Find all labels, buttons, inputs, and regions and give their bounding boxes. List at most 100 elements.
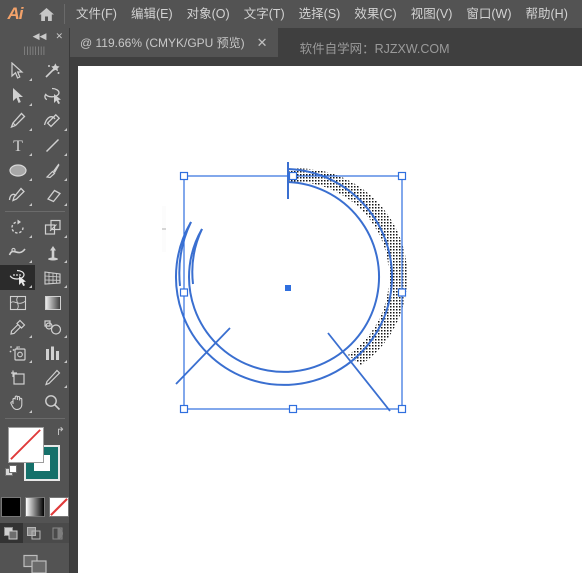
menu-file[interactable]: 文件(F) — [69, 0, 124, 28]
color-mode-none[interactable] — [48, 497, 69, 517]
mesh-tool[interactable] — [0, 290, 35, 315]
blend-tool[interactable] — [35, 315, 70, 340]
color-mode-black[interactable] — [0, 497, 21, 517]
menu-edit[interactable]: 编辑(E) — [124, 0, 180, 28]
handle-top-center[interactable] — [288, 171, 298, 181]
tool-expand-corner — [64, 285, 67, 288]
svg-text:T: T — [13, 138, 23, 154]
close-icon[interactable]: ✕ — [257, 36, 268, 49]
tool-expand-corner — [29, 360, 32, 363]
handle-bottom-left[interactable] — [179, 404, 189, 414]
home-icon[interactable] — [30, 0, 62, 28]
rotate-tool[interactable] — [0, 215, 35, 240]
canvas-area[interactable] — [70, 57, 582, 573]
fill-swatch[interactable] — [8, 427, 44, 463]
tool-expand-corner — [29, 410, 32, 413]
panel-grip-handle[interactable]: |||||||| — [0, 44, 69, 56]
tool-expand-corner — [64, 153, 67, 156]
draw-behind-mode[interactable] — [23, 523, 46, 543]
pen-tool[interactable] — [0, 108, 35, 133]
symbol-sprayer-tool[interactable] — [0, 340, 35, 365]
curvature-tool[interactable] — [35, 108, 70, 133]
handle-middle-right[interactable] — [397, 288, 407, 297]
default-fill-stroke-icon[interactable] — [5, 465, 18, 478]
handle-top-left[interactable] — [179, 171, 189, 181]
zoom-tool[interactable] — [35, 390, 70, 415]
menu-help[interactable]: 帮助(H) — [519, 0, 575, 28]
tool-expand-corner — [64, 178, 67, 181]
swap-fill-stroke-icon[interactable]: ↱ — [56, 425, 65, 438]
illustrator-window: Ai 文件(F) 编辑(E) 对象(O) 文字(T) 选择(S) 效果(C) 视… — [0, 0, 582, 573]
tool-expand-corner — [64, 385, 67, 388]
watermark-text: 软件自学网：RJZXW.COM — [299, 42, 450, 56]
handle-bottom-right[interactable] — [397, 404, 407, 414]
menu-select[interactable]: 选择(S) — [292, 0, 348, 28]
draw-inside-mode[interactable] — [46, 523, 69, 543]
tool-expand-corner — [29, 78, 32, 81]
tools-panel: ◀◀ ✕ |||||||| T ↱ — [0, 28, 70, 573]
tool-expand-corner — [64, 335, 67, 338]
gradient-tool[interactable] — [35, 290, 70, 315]
shape-builder-tool[interactable] — [0, 265, 35, 290]
tool-expand-corner — [64, 203, 67, 206]
paintbrush-tool[interactable] — [35, 158, 70, 183]
app-logo: Ai — [7, 4, 24, 23]
lasso-tool[interactable] — [35, 83, 70, 108]
menu-divider — [64, 4, 65, 24]
center-anchor-point[interactable] — [285, 285, 291, 291]
panel-close-icon[interactable]: ✕ — [55, 31, 63, 41]
menu-effect[interactable]: 效果(C) — [347, 0, 403, 28]
tool-expand-corner — [64, 260, 67, 263]
tool-expand-corner — [29, 203, 32, 206]
line-segment-tool[interactable] — [35, 133, 70, 158]
color-mode-gradient[interactable] — [24, 497, 45, 517]
selection-bounding-box[interactable] — [183, 175, 403, 410]
tools-panel-header: ◀◀ ✕ — [0, 28, 69, 44]
menu-object[interactable]: 对象(O) — [180, 0, 237, 28]
menu-window[interactable]: 窗口(W) — [459, 0, 518, 28]
screen-mode-icon[interactable] — [0, 553, 69, 573]
draw-normal-mode[interactable] — [0, 523, 23, 543]
tool-expand-corner — [29, 153, 32, 156]
hand-tool[interactable] — [0, 390, 35, 415]
eyedropper-tool[interactable] — [0, 315, 35, 340]
tool-divider — [5, 211, 65, 212]
tool-expand-corner — [29, 260, 32, 263]
width-tool[interactable] — [0, 240, 35, 265]
magic-wand-tool[interactable] — [35, 58, 70, 83]
handle-middle-left[interactable] — [179, 288, 189, 297]
free-transform-tool[interactable] — [35, 240, 70, 265]
tool-expand-corner — [29, 235, 32, 238]
tool-expand-corner — [29, 335, 32, 338]
document-tab[interactable]: @ 119.66% (CMYK/GPU 预览) ✕ — [70, 28, 278, 57]
menu-bar: Ai 文件(F) 编辑(E) 对象(O) 文字(T) 选择(S) 效果(C) 视… — [0, 0, 582, 28]
artboard[interactable] — [78, 66, 582, 573]
scale-tool[interactable] — [35, 215, 70, 240]
perspective-grid-tool[interactable] — [35, 265, 70, 290]
eraser-tool[interactable] — [35, 183, 70, 208]
column-graph-tool[interactable] — [35, 340, 70, 365]
tool-divider-bottom — [4, 418, 65, 419]
tool-expand-corner — [29, 178, 32, 181]
color-mode-row — [0, 497, 69, 517]
draw-mode-row — [0, 523, 69, 543]
tools-grid: T — [0, 56, 69, 415]
collapse-icon[interactable]: ◀◀ — [33, 31, 47, 41]
selection-overlay[interactable] — [78, 66, 582, 573]
color-controls: ↱ — [0, 423, 70, 493]
slice-tool[interactable] — [35, 365, 70, 390]
handle-top-right[interactable] — [397, 171, 407, 181]
document-tab-title: @ 119.66% (CMYK/GPU 预览) — [80, 36, 245, 50]
direct-selection-tool[interactable] — [0, 83, 35, 108]
menu-view[interactable]: 视图(V) — [404, 0, 460, 28]
tool-expand-corner — [29, 285, 32, 288]
none-slash-icon-small — [49, 498, 68, 516]
menu-type[interactable]: 文字(T) — [237, 0, 292, 28]
tool-expand-corner — [29, 103, 32, 106]
type-tool[interactable]: T — [0, 133, 35, 158]
artboard-tool[interactable] — [0, 365, 35, 390]
ellipse-tool[interactable] — [0, 158, 35, 183]
handle-bottom-center[interactable] — [288, 404, 298, 414]
pencil-tool[interactable] — [0, 183, 35, 208]
selection-tool[interactable] — [0, 58, 35, 83]
